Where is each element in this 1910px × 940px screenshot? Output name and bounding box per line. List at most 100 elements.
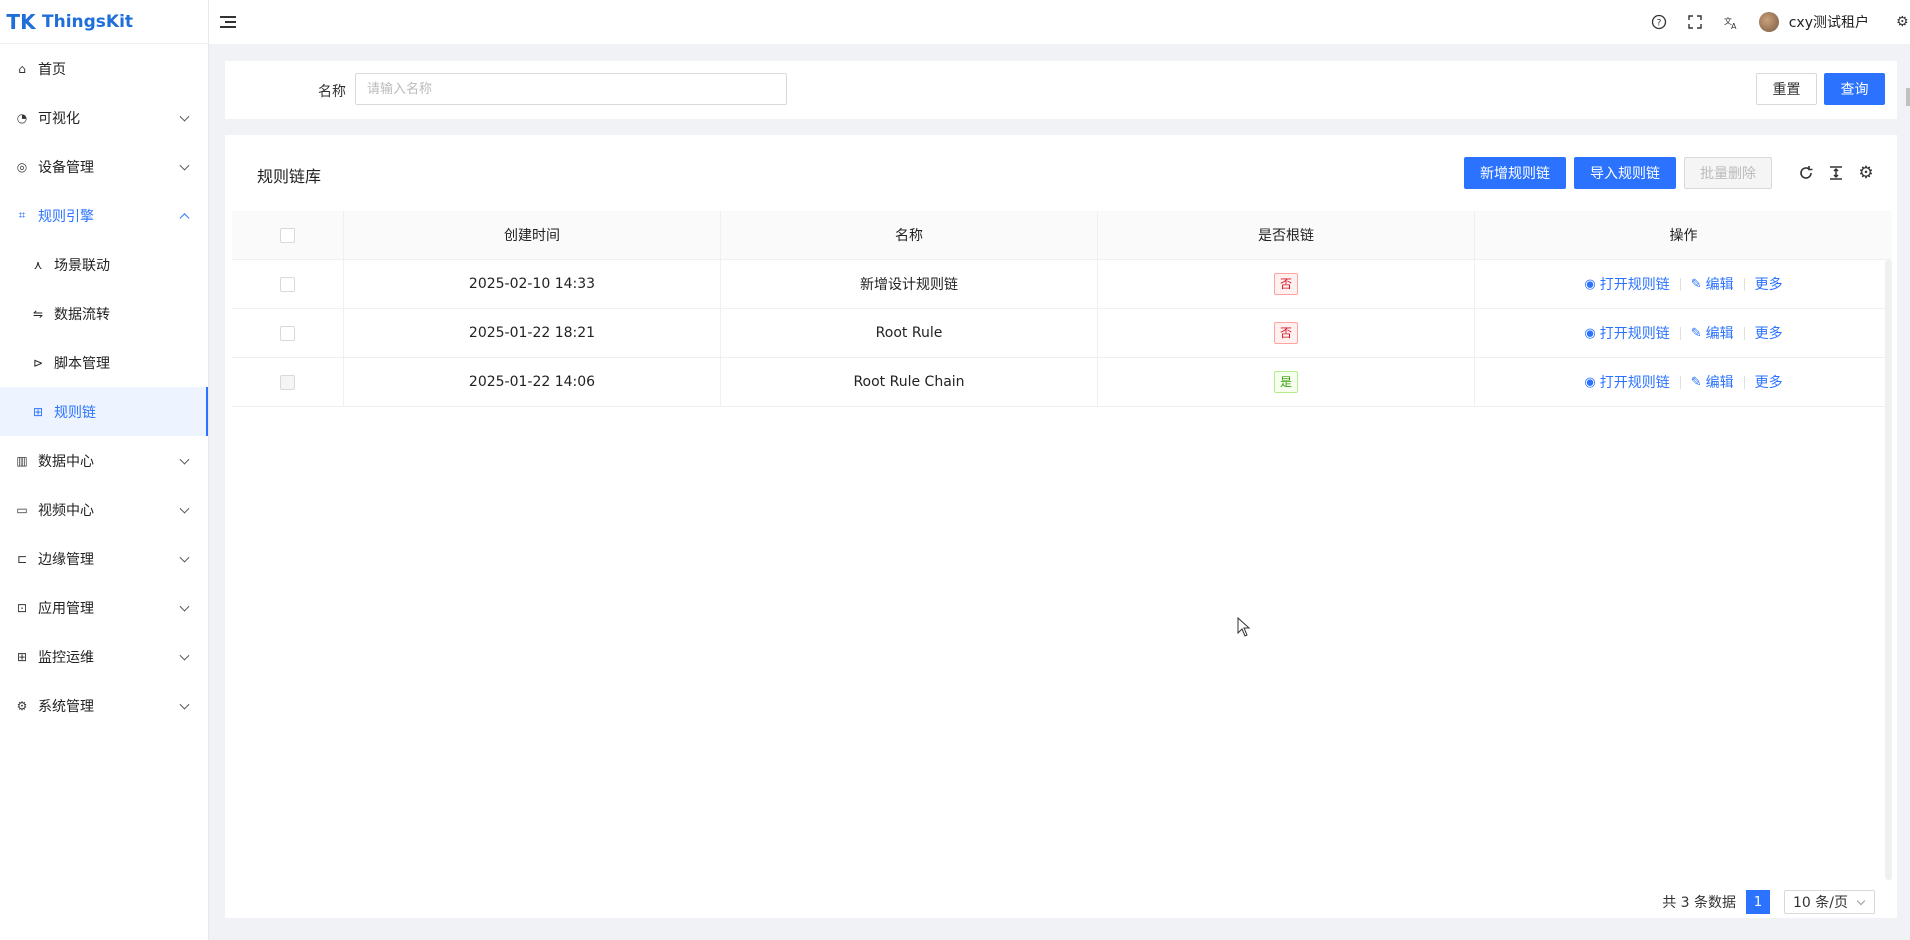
edge-icon: ⊏: [16, 551, 28, 566]
edit-label: 编辑: [1705, 277, 1734, 293]
sidebar-subitem-label: 数据流转: [54, 306, 110, 323]
chevron-down-icon: [179, 650, 190, 661]
import-rule-chain-button[interactable]: 导入规则链: [1574, 157, 1676, 189]
row-checkbox[interactable]: [280, 276, 295, 292]
logo[interactable]: TK ThingsKit: [0, 0, 208, 44]
name-search-input[interactable]: [355, 73, 787, 105]
rule-chain-table-card: 规则链库 新增规则链 导入规则链 批量删除 ⚙ 创建时间 名称 是否根链 操作 …: [225, 135, 1897, 918]
divider: [1743, 375, 1745, 389]
edit-icon: ✎: [1690, 374, 1702, 390]
add-rule-chain-button[interactable]: 新增规则链: [1464, 157, 1566, 189]
chevron-up-icon: [179, 212, 190, 223]
sidebar-item-data-center[interactable]: ▥ 数据中心: [0, 436, 208, 485]
rule-engine-icon: ⌗: [18, 208, 26, 222]
settings-icon: ⚙: [16, 698, 28, 713]
sidebar-subitem-data-flow[interactable]: ⇋ 数据流转: [0, 289, 208, 338]
column-header-created[interactable]: 创建时间: [344, 211, 721, 259]
is-root-tag: 是: [1273, 371, 1298, 393]
sidebar-item-edge-management[interactable]: ⊏ 边缘管理: [0, 534, 208, 583]
eye-icon: ◉: [1584, 325, 1596, 341]
sidebar-subitem-label: 场景联动: [54, 257, 110, 274]
page-size-value: 10 条/页: [1793, 895, 1848, 911]
logo-text: ThingsKit: [42, 11, 134, 32]
divider: [1679, 375, 1681, 389]
edit-link[interactable]: ✎ 编辑: [1691, 323, 1734, 343]
table-row: 2025-02-10 14:33 新增设计规则链 否 ◉ 打开规则链 ✎ 编辑 更多: [232, 260, 1892, 309]
sidebar-subitem-rule-chain[interactable]: ⊞ 规则链: [0, 387, 208, 436]
avatar[interactable]: [1758, 12, 1779, 32]
sidebar-item-label: 规则引擎: [38, 208, 94, 225]
column-height-icon[interactable]: [1826, 163, 1846, 183]
svg-text:A: A: [1731, 22, 1737, 30]
more-link[interactable]: 更多: [1755, 274, 1783, 294]
sidebar-item-app-management[interactable]: ⊡ 应用管理: [0, 583, 208, 632]
username[interactable]: cxy测试租户: [1789, 12, 1869, 32]
page-scrollbar[interactable]: [1906, 88, 1910, 106]
open-rule-chain-label: 打开规则链: [1599, 375, 1670, 391]
table-scrollbar[interactable]: [1885, 260, 1892, 880]
created-time-cell: 2025-01-22 14:06: [344, 358, 721, 406]
eye-icon: ◉: [1584, 276, 1596, 292]
page-number-1[interactable]: 1: [1746, 890, 1770, 914]
row-checkbox[interactable]: [280, 325, 295, 341]
edit-icon: ✎: [1690, 276, 1702, 292]
table-title: 规则链库: [257, 167, 322, 186]
column-header-name[interactable]: 名称: [721, 211, 1098, 259]
fullscreen-icon[interactable]: [1686, 13, 1704, 31]
reset-button[interactable]: 重置: [1756, 73, 1817, 105]
home-icon: ⌂: [18, 61, 26, 76]
open-rule-chain-label: 打开规则链: [1599, 277, 1670, 293]
rule-chain-icon: ⊞: [32, 404, 44, 419]
edit-icon: ✎: [1690, 325, 1702, 341]
menu-fold-icon[interactable]: [220, 15, 236, 29]
logo-mark: TK: [6, 9, 36, 34]
sidebar-item-label: 边缘管理: [38, 551, 94, 568]
column-header-is-root[interactable]: 是否根链: [1098, 211, 1475, 259]
open-rule-chain-link[interactable]: ◉ 打开规则链: [1584, 372, 1669, 392]
name-cell: 新增设计规则链: [721, 260, 1098, 308]
edit-link[interactable]: ✎ 编辑: [1691, 274, 1734, 294]
sidebar-item-monitoring[interactable]: ⊞ 监控运维: [0, 632, 208, 681]
select-all-checkbox[interactable]: [280, 227, 295, 243]
page-size-select[interactable]: 10 条/页: [1784, 890, 1875, 914]
divider: [1679, 277, 1681, 291]
open-rule-chain-link[interactable]: ◉ 打开规则链: [1584, 274, 1669, 294]
sidebar-item-label: 系统管理: [38, 698, 94, 715]
sidebar-item-device-management[interactable]: ◎ 设备管理: [0, 142, 208, 191]
sidebar-subitem-scene-linkage[interactable]: ⋏ 场景联动: [0, 240, 208, 289]
mouse-cursor-icon: [1237, 617, 1251, 637]
sidebar-subitem-script-management[interactable]: ⊳ 脚本管理: [0, 338, 208, 387]
query-button[interactable]: 查询: [1824, 73, 1885, 105]
edit-link[interactable]: ✎ 编辑: [1691, 372, 1734, 392]
name-cell: Root Rule Chain: [721, 358, 1098, 406]
help-icon[interactable]: ?: [1650, 13, 1668, 31]
open-rule-chain-label: 打开规则链: [1599, 326, 1670, 342]
refresh-icon[interactable]: [1796, 163, 1816, 183]
sidebar-subitem-label: 规则链: [54, 404, 96, 421]
sidebar-item-video-center[interactable]: ▭ 视频中心: [0, 485, 208, 534]
column-settings-icon[interactable]: ⚙: [1856, 163, 1876, 183]
gear-icon[interactable]: ⚙: [1896, 13, 1910, 31]
sidebar-item-label: 设备管理: [38, 159, 94, 176]
script-icon: ⊳: [32, 355, 44, 370]
monitor-icon: ⊞: [16, 649, 28, 664]
sidebar-item-rule-engine[interactable]: ⌗ 规则引擎: [0, 191, 208, 240]
dashboard-icon: ◔: [16, 110, 28, 125]
more-link[interactable]: 更多: [1755, 323, 1783, 343]
row-checkbox[interactable]: [280, 374, 295, 390]
open-rule-chain-link[interactable]: ◉ 打开规则链: [1584, 323, 1669, 343]
sidebar-item-label: 应用管理: [38, 600, 94, 617]
sidebar-item-system-management[interactable]: ⚙ 系统管理: [0, 681, 208, 730]
sidebar-item-label: 视频中心: [38, 502, 94, 519]
sidebar-item-home[interactable]: ⌂ 首页: [0, 44, 208, 93]
header-actions: ? 文A cxy测试租户 ⚙: [1641, 0, 1910, 44]
translate-icon[interactable]: 文A: [1722, 13, 1740, 31]
sidebar-item-visualization[interactable]: ◔ 可视化: [0, 93, 208, 142]
batch-delete-button[interactable]: 批量删除: [1684, 157, 1772, 189]
column-header-actions: 操作: [1669, 228, 1698, 244]
sidebar-item-label: 首页: [38, 61, 66, 78]
chevron-down-icon: [179, 160, 190, 171]
total-count: 共 3 条数据: [1662, 895, 1736, 911]
more-link[interactable]: 更多: [1755, 372, 1783, 392]
created-time-cell: 2025-02-10 14:33: [344, 260, 721, 308]
